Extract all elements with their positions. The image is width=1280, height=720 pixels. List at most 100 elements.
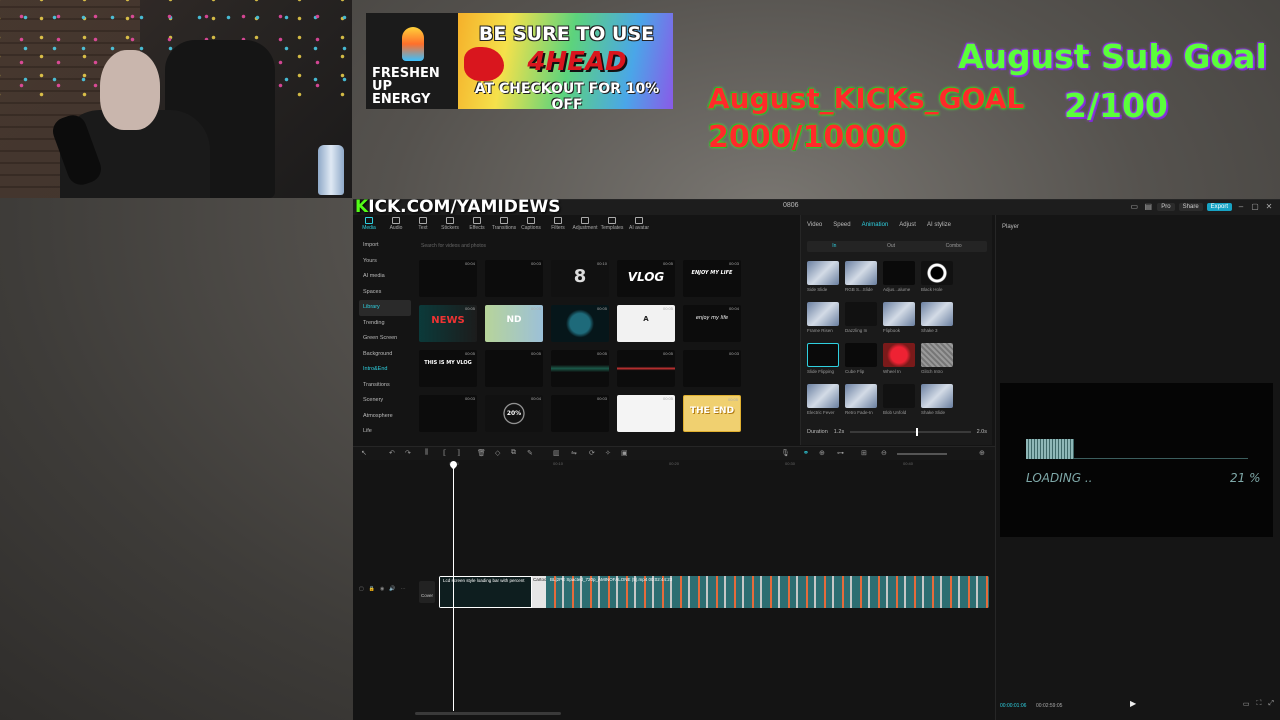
tab-filters[interactable]: Filters (548, 217, 568, 231)
split-icon[interactable]: ⫼ (425, 449, 428, 457)
sidebar-item-trending[interactable]: Trending (359, 316, 411, 332)
animation-item[interactable]: Glitch Intro (921, 343, 953, 374)
tab-adjustment[interactable]: Adjustment (573, 217, 598, 231)
animation-item[interactable]: Blob Unfold (883, 384, 915, 415)
tab-text[interactable]: Text (413, 217, 433, 231)
animation-item[interactable]: Slide Flipping (807, 343, 839, 374)
tab-audio[interactable]: Audio (386, 217, 406, 231)
animation-item[interactable]: Electric Fever (807, 384, 839, 415)
close-icon[interactable]: ✕ (1264, 202, 1274, 211)
sidebar-item-life[interactable]: Life (359, 424, 411, 440)
sidebar-item-intro-end[interactable]: Intro&End (359, 362, 411, 378)
more-icon[interactable]: ⋯ (401, 586, 406, 592)
layout-icon[interactable]: ▭ (1129, 202, 1139, 211)
magnet-icon[interactable]: ⊕ (819, 449, 825, 457)
lock-icon[interactable]: 🔒 (369, 586, 375, 592)
media-thumbnail[interactable]: 00:05 (617, 395, 675, 432)
edit-icon[interactable]: ✎ (527, 449, 533, 457)
resize-icon[interactable]: ▣ (621, 449, 628, 457)
tab-video[interactable]: Video (807, 222, 822, 228)
media-search-input[interactable]: Search for videos and photos (421, 243, 486, 249)
animation-item[interactable]: Wheel In (883, 343, 915, 374)
animation-item[interactable]: Flipbook (883, 302, 915, 333)
sidebar-item-atmosphere[interactable]: Atmosphere (359, 409, 411, 425)
animation-item[interactable]: Shake Slide (921, 384, 953, 415)
maximize-icon[interactable]: ▢ (1250, 202, 1260, 211)
tab-combo[interactable]: Combo (946, 241, 962, 252)
sidebar-item-background[interactable]: Background (359, 347, 411, 363)
media-thumbnail[interactable]: 00:05 (551, 350, 609, 387)
mic-icon[interactable]: 🎙 (781, 449, 790, 457)
select-tool-icon[interactable]: ↖ (361, 449, 367, 457)
magic-icon[interactable]: ✧ (605, 449, 611, 457)
link-icon[interactable]: ⚭ (803, 449, 809, 457)
media-thumbnail[interactable]: 20% 00:04 (485, 395, 543, 432)
marker-icon[interactable]: ◇ (495, 449, 500, 457)
media-thumbnail[interactable]: 00:05 (485, 350, 543, 387)
tab-ai-avatar[interactable]: AI avatar (629, 217, 649, 231)
sidebar-item-transitions[interactable]: Transitions (359, 378, 411, 394)
split-right-icon[interactable]: ⟧ (457, 449, 460, 457)
animation-item[interactable]: Cube Flip (845, 343, 877, 374)
tab-in[interactable]: In (832, 241, 836, 252)
timeline-clip-cartoon[interactable]: Cartoo (532, 576, 547, 608)
timeline-clip-main-video[interactable]: BL|2PE Spacted_720p_AMINOFALONE (5).mp4 … (546, 576, 989, 608)
tab-adjust[interactable]: Adjust (899, 222, 916, 228)
animation-item[interactable]: Retro Fade-In (845, 384, 877, 415)
animation-item[interactable]: Frame Risen (807, 302, 839, 333)
cover-button[interactable]: Cover (419, 581, 435, 603)
rotate-icon[interactable]: ⟳ (589, 449, 595, 457)
panels-icon[interactable]: ▤ (1143, 202, 1153, 211)
media-thumbnail[interactable]: 00:04 (419, 260, 477, 297)
media-thumbnail[interactable]: enjoy my life 00:04 (683, 305, 741, 342)
minimize-icon[interactable]: – (1236, 202, 1246, 211)
media-thumbnail[interactable]: A 00:05 (617, 305, 675, 342)
delete-icon[interactable]: 🗑 (477, 449, 486, 457)
media-thumbnail[interactable]: 8 00:10 (551, 260, 609, 297)
pro-button[interactable]: Pro (1157, 202, 1175, 211)
eye-icon[interactable]: ◉ (380, 586, 384, 592)
sidebar-item-ai-media[interactable]: AI media (359, 269, 411, 285)
media-thumbnail[interactable]: THE END 00:05 (683, 395, 741, 432)
sidebar-item-scenery[interactable]: Scenery (359, 393, 411, 409)
animation-item[interactable]: Black Hole (921, 261, 953, 292)
media-thumbnail[interactable]: 00:03 (683, 350, 741, 387)
aspect-ratio-icon[interactable]: ▭ (1243, 700, 1250, 708)
media-thumbnail[interactable]: 00:05 (551, 305, 609, 342)
duration-slider[interactable] (850, 428, 971, 436)
audio-mute-icon[interactable]: 🔊 (389, 586, 395, 592)
redo-icon[interactable]: ↷ (405, 449, 411, 457)
tab-captions[interactable]: Captions (521, 217, 541, 231)
caption-icon[interactable]: ⊞ (861, 449, 867, 457)
playhead[interactable] (453, 463, 454, 711)
sidebar-item-green-screen[interactable]: Green Screen (359, 331, 411, 347)
tab-templates[interactable]: Templates (601, 217, 623, 231)
mirror-icon[interactable]: ⇋ (571, 449, 577, 457)
split-left-icon[interactable]: ⟦ (443, 449, 446, 457)
media-thumbnail[interactable]: VLOG 00:05 (617, 260, 675, 297)
media-thumbnail[interactable]: 00:03 (551, 395, 609, 432)
animation-item[interactable]: Side Slide (807, 261, 839, 292)
tab-speed[interactable]: Speed (833, 222, 850, 228)
fit-screen-icon[interactable]: ⛶ (1256, 700, 1261, 708)
animation-item[interactable]: Shake 3 (921, 302, 953, 333)
animation-item[interactable]: RGB S...Slide (845, 261, 877, 292)
sidebar-item-library[interactable]: Library (359, 300, 411, 316)
fullscreen-icon[interactable]: ⤢ (1268, 700, 1274, 708)
media-thumbnail[interactable]: ND 00:05 (485, 305, 543, 342)
animation-item[interactable]: Adjus...alume (883, 261, 915, 292)
share-button[interactable]: Share (1178, 202, 1203, 211)
tab-transitions[interactable]: Transitions (492, 217, 516, 231)
sidebar-item-import[interactable]: Import (359, 238, 411, 254)
media-thumbnail[interactable]: 00:05 (617, 350, 675, 387)
track-toggle-icon[interactable]: ▢ (359, 586, 364, 592)
media-thumbnail[interactable]: ENJOY MY LIFE 00:03 (683, 260, 741, 297)
crop-icon[interactable]: ⧉ (511, 449, 516, 457)
media-thumbnail[interactable]: 00:03 (485, 260, 543, 297)
undo-icon[interactable]: ↶ (389, 449, 395, 457)
freeze-icon[interactable]: ▥ (553, 449, 560, 457)
media-thumbnail[interactable]: THIS IS MY VLOG 00:05 (419, 350, 477, 387)
tab-out[interactable]: Out (887, 241, 895, 252)
duration-slider-knob[interactable] (916, 428, 919, 436)
timeline-scrollbar[interactable] (415, 712, 561, 715)
